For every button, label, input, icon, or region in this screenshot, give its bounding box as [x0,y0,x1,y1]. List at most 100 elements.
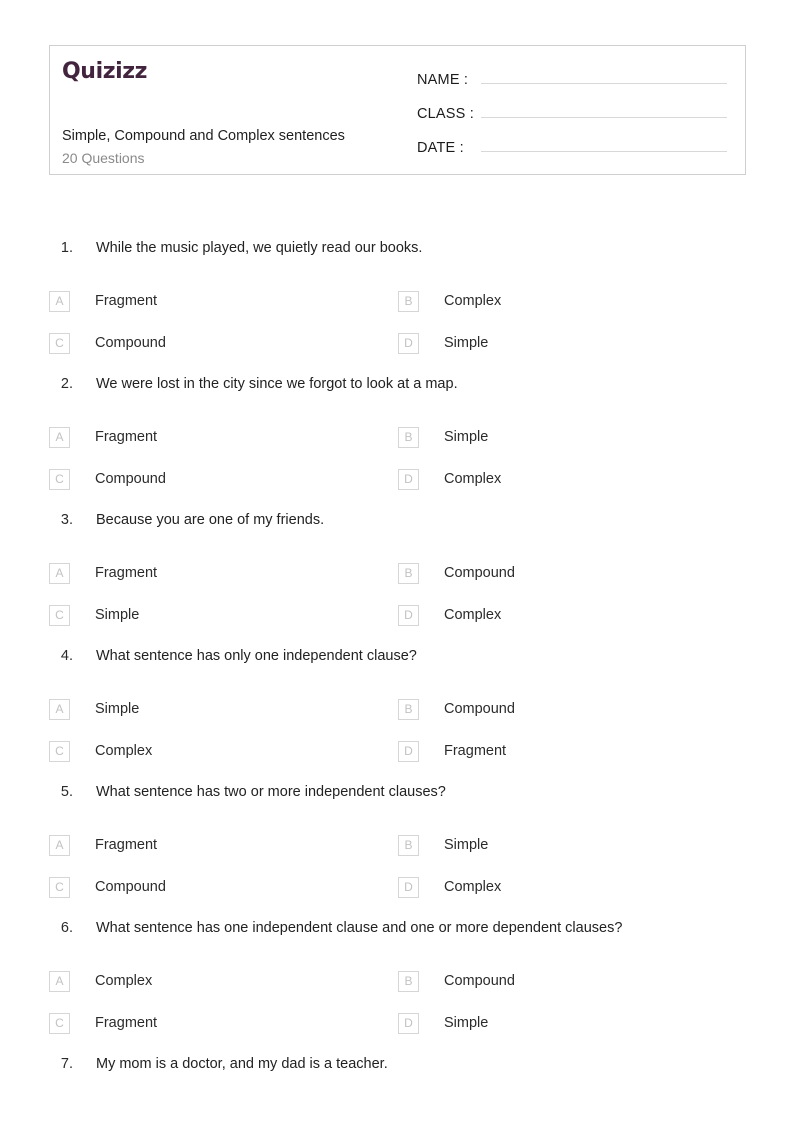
option-label: Simple [444,335,489,351]
option-letter-box[interactable]: B [398,970,419,992]
answer-option[interactable]: B Compound [398,552,747,594]
quiz-meta: Simple, Compound and Complex sentences 2… [62,126,345,168]
class-input[interactable] [481,100,727,118]
question-text: Because you are one of my friends. [96,512,325,528]
option-row: A Fragment B Compound [49,552,749,594]
answer-option[interactable]: C Compound [49,322,398,364]
question-header: 1. While the music played, we quietly rea… [0,238,794,268]
option-label: Fragment [95,837,158,853]
question-text: What sentence has two or more independen… [96,784,446,800]
answer-option[interactable]: C Complex [49,730,398,772]
question-block: 7. My mom is a doctor, and my dad is a te… [0,1054,794,1094]
option-letter-box[interactable]: C [49,604,70,626]
option-label: Simple [95,701,140,717]
answer-option[interactable]: A Simple [49,688,398,730]
option-letter-box[interactable]: D [398,876,419,898]
option-row: A Fragment B Simple [49,416,749,458]
answer-option[interactable]: D Simple [398,322,747,364]
answer-option[interactable]: A Fragment [49,416,398,458]
question-header: 3. Because you are one of my friends. [0,510,794,540]
option-letter-box[interactable]: A [49,698,70,720]
answer-option[interactable]: A Fragment [49,552,398,594]
answer-option[interactable]: A Fragment [49,824,398,866]
option-letter-box[interactable]: A [49,970,70,992]
answer-options: A Fragment B Simple C Compound D Complex [49,824,749,908]
option-row: A Fragment B Simple [49,824,749,866]
answer-option[interactable]: C Compound [49,866,398,908]
option-label: Compound [95,471,166,487]
answer-option[interactable]: D Complex [398,594,747,636]
option-letter-box[interactable]: A [49,834,70,856]
answer-option[interactable]: C Fragment [49,1002,398,1044]
answer-options: A Complex B Compound C Fragment D Simple [49,960,749,1044]
question-header: 2. We were lost in the city since we forg… [0,374,794,404]
question-block: 5. What sentence has two or more independ… [0,782,794,918]
option-letter-box[interactable]: D [398,604,419,626]
option-letter-box[interactable]: B [398,698,419,720]
question-block: 2. We were lost in the city since we forg… [0,374,794,510]
name-field-row: NAME : [417,66,735,100]
question-block: 6. What sentence has one independent clau… [0,918,794,1054]
name-input[interactable] [481,66,727,84]
option-label: Compound [444,565,515,581]
answer-option[interactable]: D Fragment [398,730,747,772]
option-letter-box[interactable]: C [49,332,70,354]
date-input[interactable] [481,134,727,152]
option-label: Fragment [95,429,158,445]
option-letter-box[interactable]: C [49,876,70,898]
header-left-section: Quizizz Simple, Compound and Complex sen… [50,46,405,174]
question-text: What sentence has one independent clause… [96,920,623,936]
answer-option[interactable]: B Simple [398,824,747,866]
option-row: A Complex B Compound [49,960,749,1002]
option-letter-box[interactable]: D [398,740,419,762]
answer-option[interactable]: D Complex [398,866,747,908]
answer-option[interactable]: D Complex [398,458,747,500]
worksheet-page: Quizizz Simple, Compound and Complex sen… [0,0,794,1123]
date-field-row: DATE : [417,134,735,168]
option-letter-box[interactable]: C [49,468,70,490]
answer-option[interactable]: C Simple [49,594,398,636]
answer-option[interactable]: D Simple [398,1002,747,1044]
option-letter-box[interactable]: A [49,290,70,312]
answer-option[interactable]: B Compound [398,960,747,1002]
option-letter-box[interactable]: C [49,1012,70,1034]
class-field-row: CLASS : [417,100,735,134]
option-row: A Fragment B Complex [49,280,749,322]
question-block: 3. Because you are one of my friends. A Fra… [0,510,794,646]
option-row: C Fragment D Simple [49,1002,749,1044]
option-letter-box[interactable]: B [398,834,419,856]
option-letter-box[interactable]: C [49,740,70,762]
answer-options: A Fragment B Compound C Simple D Complex [49,552,749,636]
question-text: We were lost in the city since we forgot… [96,376,458,392]
answer-option[interactable]: A Fragment [49,280,398,322]
question-text: While the music played, we quietly read … [96,240,423,256]
option-label: Fragment [95,565,158,581]
answer-options: A Simple B Compound C Complex D Fragment [49,688,749,772]
option-row: C Simple D Complex [49,594,749,636]
option-letter-box[interactable]: A [49,426,70,448]
option-label: Simple [444,1015,489,1031]
date-field-label: DATE : [417,140,464,156]
question-header: 5. What sentence has two or more independ… [0,782,794,812]
option-row: A Simple B Compound [49,688,749,730]
option-letter-box[interactable]: B [398,426,419,448]
option-letter-box[interactable]: B [398,562,419,584]
answer-options: A Fragment B Simple C Compound D Complex [49,416,749,500]
question-number: 2. [60,376,73,392]
option-label: Simple [444,837,489,853]
option-label: Complex [444,471,502,487]
option-letter-box[interactable]: B [398,290,419,312]
answer-option[interactable]: C Compound [49,458,398,500]
option-letter-box[interactable]: D [398,468,419,490]
answer-option[interactable]: B Simple [398,416,747,458]
option-label: Complex [444,293,502,309]
option-letter-box[interactable]: A [49,562,70,584]
option-row: C Compound D Simple [49,322,749,364]
answer-option[interactable]: A Complex [49,960,398,1002]
option-letter-box[interactable]: D [398,1012,419,1034]
answer-option[interactable]: B Complex [398,280,747,322]
question-number: 6. [60,920,73,936]
question-number: 7. [60,1056,73,1072]
answer-option[interactable]: B Compound [398,688,747,730]
option-letter-box[interactable]: D [398,332,419,354]
